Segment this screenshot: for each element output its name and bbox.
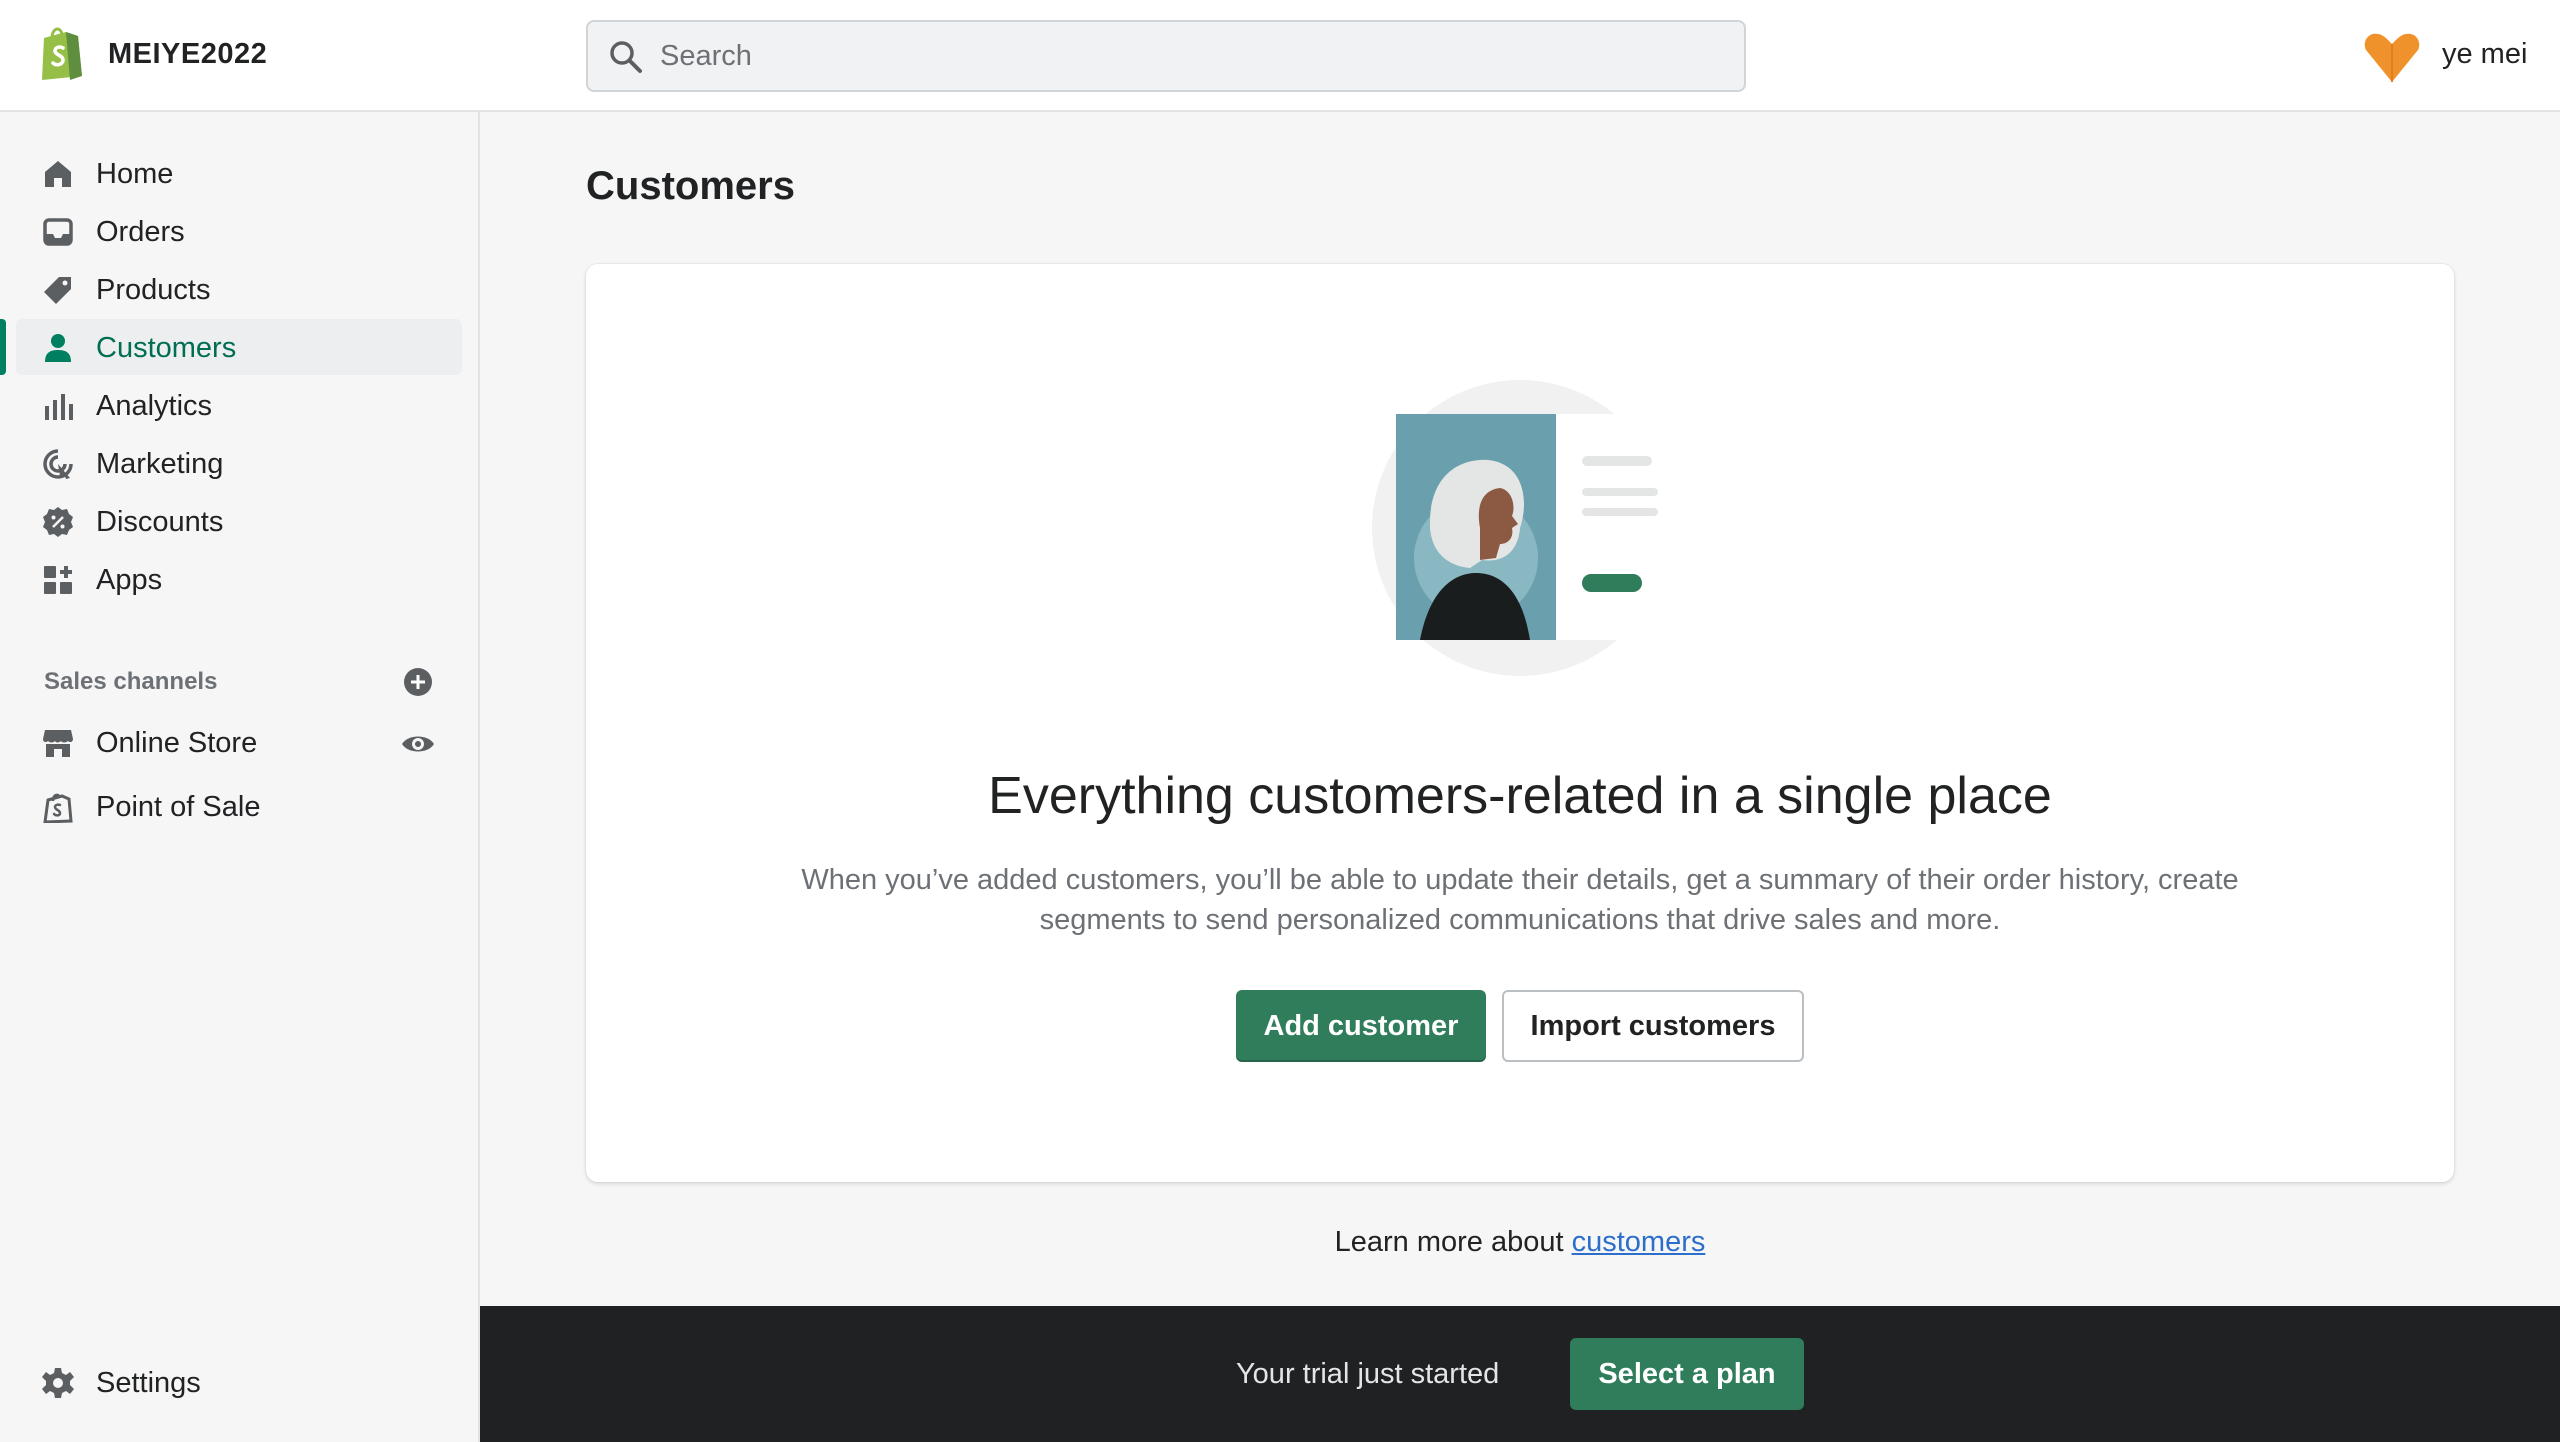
customers-help-link[interactable]: customers xyxy=(1572,1226,1706,1258)
learn-more-prefix: Learn more about xyxy=(1334,1226,1572,1258)
top-bar: MEIYE2022 ye mei xyxy=(0,0,2560,112)
sales-channels-title: Sales channels xyxy=(44,668,218,695)
sidebar-item-label: Point of Sale xyxy=(96,791,261,823)
search-input[interactable] xyxy=(660,22,1720,90)
page-title: Customers xyxy=(586,164,795,208)
sidebar-item-marketing[interactable]: Marketing xyxy=(16,435,462,491)
apps-icon xyxy=(44,566,72,594)
sidebar-item-customers[interactable]: Customers xyxy=(0,319,462,375)
trial-banner: Your trial just started Select a plan xyxy=(480,1306,2560,1442)
sidebar-item-label: Marketing xyxy=(96,448,224,480)
user-name[interactable]: ye mei xyxy=(2442,38,2527,71)
sidebar-item-label: Discounts xyxy=(96,506,224,538)
add-customer-button[interactable]: Add customer xyxy=(1236,990,1486,1062)
add-channel-icon[interactable] xyxy=(402,666,434,698)
sidebar-item-label: Analytics xyxy=(96,390,213,422)
sidebar-item-apps[interactable]: Apps xyxy=(16,551,462,607)
sidebar-item-label: Orders xyxy=(96,216,185,248)
store-icon xyxy=(43,730,73,757)
sidebar-item-home[interactable]: Home xyxy=(16,145,462,201)
sidebar-item-label: Home xyxy=(96,158,174,190)
person-icon xyxy=(45,334,71,362)
sidebar-item-label: Online Store xyxy=(96,727,258,759)
select-plan-button[interactable]: Select a plan xyxy=(1570,1338,1804,1410)
pos-bag-icon xyxy=(43,793,73,823)
sidebar-item-point-of-sale[interactable]: Point of Sale xyxy=(16,778,462,834)
gear-icon xyxy=(42,1368,74,1398)
import-customers-button[interactable]: Import customers xyxy=(1502,990,1804,1062)
sidebar-item-discounts[interactable]: Discounts xyxy=(16,493,462,549)
avatar-icon[interactable] xyxy=(2362,28,2422,84)
inbox-icon xyxy=(43,218,73,246)
tag-icon xyxy=(44,277,71,304)
sidebar-item-products[interactable]: Products xyxy=(16,261,462,317)
search-icon xyxy=(610,41,642,73)
discount-icon xyxy=(43,507,73,537)
active-indicator xyxy=(0,319,6,375)
search-bar[interactable] xyxy=(586,20,1746,92)
sidebar-item-analytics[interactable]: Analytics xyxy=(16,377,462,433)
eye-icon[interactable] xyxy=(400,728,436,760)
trial-message: Your trial just started xyxy=(1236,1358,1500,1390)
empty-state-card: Everything customers-related in a single… xyxy=(586,264,2454,1182)
sidebar-item-label: Products xyxy=(96,274,211,306)
store-name[interactable]: MEIYE2022 xyxy=(108,38,267,71)
learn-more-text: Learn more about customers xyxy=(480,1226,2560,1259)
sidebar-item-label: Apps xyxy=(96,564,163,596)
target-icon xyxy=(43,449,73,479)
empty-state-description: When you’ve added customers, you’ll be a… xyxy=(801,864,2239,936)
shopify-logo-icon[interactable] xyxy=(36,24,86,80)
sidebar-item-label: Settings xyxy=(96,1367,201,1399)
sidebar: Home Orders Products Customers Analytics xyxy=(0,112,480,1442)
sidebar-item-orders[interactable]: Orders xyxy=(16,203,462,259)
sidebar-item-online-store[interactable]: Online Store xyxy=(16,714,462,770)
empty-state-heading: Everything customers-related in a single… xyxy=(988,767,2052,825)
home-icon xyxy=(45,161,71,187)
sidebar-item-label: Customers xyxy=(96,332,237,364)
customer-card-illustration xyxy=(1372,380,1670,676)
bar-chart-icon xyxy=(45,394,73,420)
sidebar-item-settings[interactable]: Settings xyxy=(16,1354,462,1410)
